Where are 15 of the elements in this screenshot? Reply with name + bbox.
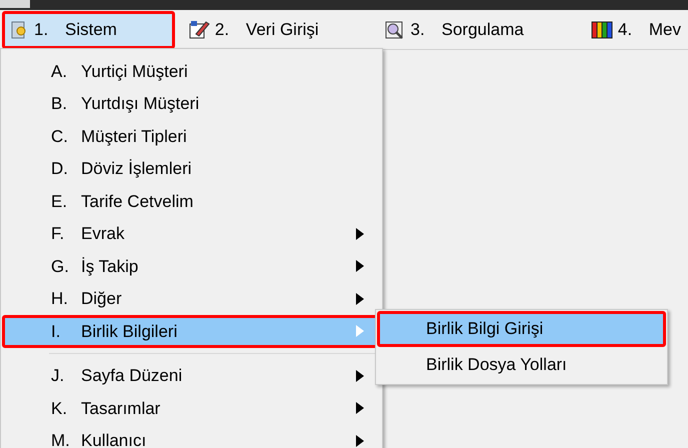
menu-item[interactable]: M. Kullanıcı bbox=[2, 424, 381, 448]
menu-item[interactable]: Birlik Bilgi Girişi bbox=[377, 311, 666, 347]
menu-item[interactable]: G. İş Takip bbox=[2, 250, 381, 282]
menu-item[interactable]: C. Müşteri Tipleri bbox=[2, 120, 381, 152]
pencil-icon bbox=[188, 20, 210, 40]
menu-bar-item[interactable]: 1. Sistem bbox=[2, 10, 175, 48]
menu-item[interactable]: F. Evrak bbox=[2, 218, 381, 250]
menu-item[interactable]: A. Yurtiçi Müşteri bbox=[2, 55, 381, 88]
menu-item[interactable]: D. Döviz İşlemleri bbox=[2, 152, 381, 185]
menu-item[interactable]: K. Tasarımlar bbox=[2, 392, 381, 424]
menu-bar-item[interactable]: 3. Sorgulama bbox=[376, 10, 578, 48]
menu-item[interactable]: B. Yurtdışı Müşteri bbox=[2, 88, 381, 120]
menu-item[interactable]: E. Tarife Cetvelim bbox=[2, 185, 381, 218]
books-icon bbox=[590, 20, 613, 40]
menu-bar-item[interactable]: 4. Mev bbox=[584, 10, 688, 48]
